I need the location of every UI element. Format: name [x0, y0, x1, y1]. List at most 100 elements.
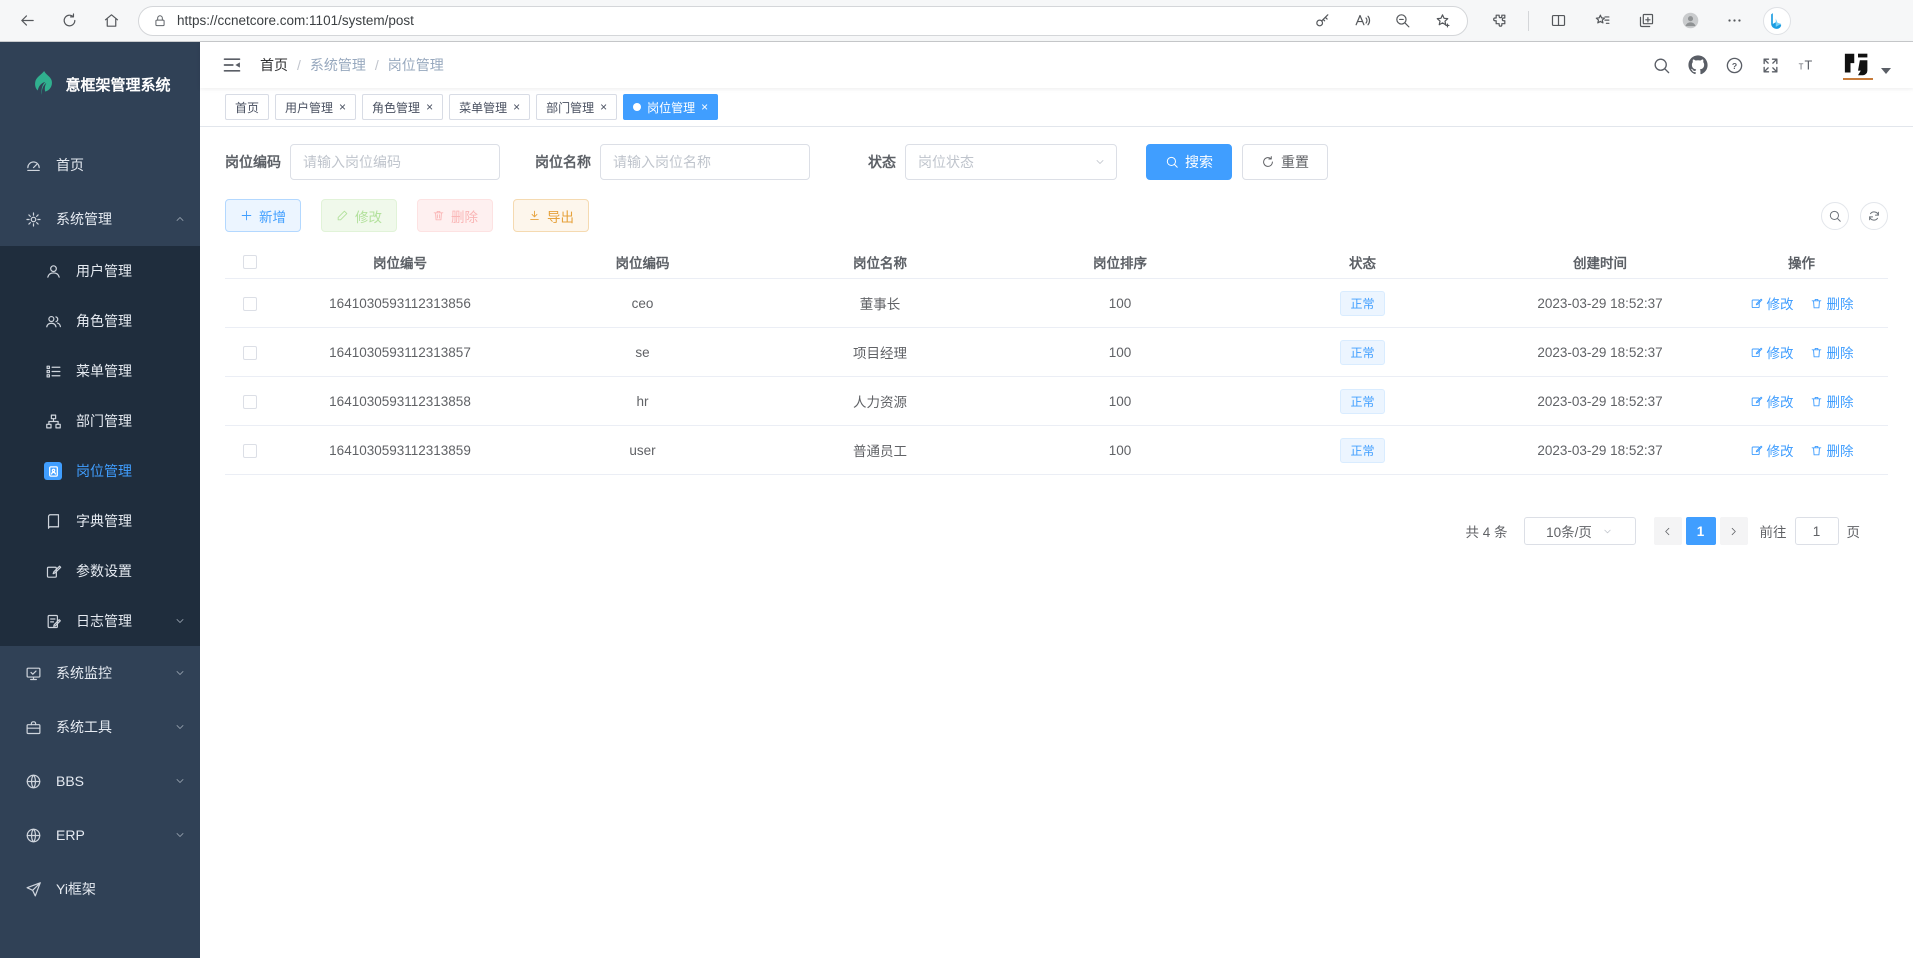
tab-menu-mgmt[interactable]: 菜单管理 ×: [449, 94, 530, 120]
github-link[interactable]: [1688, 55, 1708, 75]
bing-chat-button[interactable]: [1763, 7, 1791, 35]
cell-post-name: 董事长: [760, 293, 1000, 313]
tab-dept-mgmt[interactable]: 部门管理 ×: [536, 94, 617, 120]
password-key-button[interactable]: [1307, 6, 1337, 36]
post-code-input[interactable]: [290, 144, 500, 180]
status-select[interactable]: 岗位状态: [905, 144, 1117, 180]
more-menu-button[interactable]: [1719, 6, 1749, 36]
edit-button-label: 修改: [355, 206, 382, 226]
tab-user-mgmt[interactable]: 用户管理 ×: [275, 94, 356, 120]
select-all-checkbox[interactable]: [243, 255, 257, 269]
cell-post-id: 1641030593112313859: [275, 443, 525, 458]
sidebar-item-bbs[interactable]: BBS: [0, 754, 200, 808]
sidebar-item-post-mgmt[interactable]: 岗位管理: [0, 446, 200, 496]
favorites-button[interactable]: [1587, 6, 1617, 36]
add-button[interactable]: 新增: [225, 199, 301, 232]
fullscreen-button[interactable]: [1761, 56, 1780, 75]
search-button[interactable]: 搜索: [1146, 144, 1232, 180]
table-row[interactable]: 1641030593112313857 se 项目经理 100 正常 2023-…: [225, 328, 1888, 377]
sidebar-item-user-mgmt[interactable]: 用户管理: [0, 246, 200, 296]
cell-post-sort: 100: [1000, 394, 1240, 409]
sidebar: 意框架管理系统 首页 系统管理 用户管理 角色管理 菜单: [0, 42, 200, 958]
goto-page-input[interactable]: [1795, 517, 1839, 545]
app-logo[interactable]: 意框架管理系统: [0, 42, 200, 126]
row-delete-link[interactable]: 删除: [1810, 391, 1854, 411]
breadcrumb-home[interactable]: 首页: [260, 55, 288, 75]
row-delete-link[interactable]: 删除: [1810, 440, 1854, 460]
text-size-button[interactable]: TT: [1797, 56, 1816, 75]
reset-button[interactable]: 重置: [1242, 144, 1328, 180]
show-search-toggle-button[interactable]: [1821, 202, 1849, 230]
extensions-button[interactable]: [1484, 6, 1514, 36]
row-edit-link[interactable]: 修改: [1750, 293, 1794, 313]
tab-label: 角色管理: [372, 99, 420, 116]
sidebar-item-system-mgmt[interactable]: 系统管理: [0, 192, 200, 246]
row-checkbox[interactable]: [243, 444, 257, 458]
page-size-select[interactable]: 10条/页: [1524, 517, 1636, 545]
add-favorite-button[interactable]: [1427, 6, 1457, 36]
help-button[interactable]: ?: [1725, 56, 1744, 75]
column-header: 创建时间: [1485, 252, 1715, 272]
table-row[interactable]: 1641030593112313858 hr 人力资源 100 正常 2023-…: [225, 377, 1888, 426]
read-aloud-button[interactable]: [1347, 6, 1377, 36]
split-screen-button[interactable]: [1543, 6, 1573, 36]
tab-close-icon[interactable]: ×: [600, 101, 607, 113]
sidebar-item-role-mgmt[interactable]: 角色管理: [0, 296, 200, 346]
edit-pen-icon: [1750, 346, 1763, 359]
next-page-button[interactable]: [1720, 517, 1748, 545]
row-edit-link[interactable]: 修改: [1750, 440, 1794, 460]
browser-back-button[interactable]: [12, 6, 42, 36]
row-delete-link[interactable]: 删除: [1810, 342, 1854, 362]
sidebar-item-home[interactable]: 首页: [0, 138, 200, 192]
sidebar-item-system-monitor[interactable]: 系统监控: [0, 646, 200, 700]
zoom-button[interactable]: [1387, 6, 1417, 36]
browser-home-button[interactable]: [96, 6, 126, 36]
profile-button[interactable]: [1675, 6, 1705, 36]
sidebar-item-system-tools[interactable]: 系统工具: [0, 700, 200, 754]
header-search-button[interactable]: [1652, 56, 1671, 75]
sidebar-item-dept-mgmt[interactable]: 部门管理: [0, 396, 200, 446]
tab-post-mgmt[interactable]: 岗位管理 ×: [623, 94, 718, 120]
table-row[interactable]: 1641030593112313859 user 普通员工 100 正常 202…: [225, 426, 1888, 475]
prev-page-button[interactable]: [1654, 517, 1682, 545]
delete-button[interactable]: 删除: [417, 199, 493, 232]
export-button[interactable]: 导出: [513, 199, 589, 232]
sidebar-fold-button[interactable]: [222, 55, 242, 75]
row-edit-link[interactable]: 修改: [1750, 342, 1794, 362]
sidebar-item-log-mgmt[interactable]: 日志管理: [0, 596, 200, 646]
sidebar-item-param-settings[interactable]: 参数设置: [0, 546, 200, 596]
tab-close-icon[interactable]: ×: [426, 101, 433, 113]
yi-logo-avatar: [1843, 51, 1873, 80]
tab-close-icon[interactable]: ×: [513, 101, 520, 113]
sidebar-item-dict-mgmt[interactable]: 字典管理: [0, 496, 200, 546]
tab-label: 岗位管理: [647, 99, 695, 116]
browser-refresh-button[interactable]: [54, 6, 84, 36]
table-row[interactable]: 1641030593112313856 ceo 董事长 100 正常 2023-…: [225, 279, 1888, 328]
row-checkbox[interactable]: [243, 297, 257, 311]
tab-role-mgmt[interactable]: 角色管理 ×: [362, 94, 443, 120]
breadcrumb-system[interactable]: 系统管理: [310, 55, 366, 75]
delete-link-label: 删除: [1827, 293, 1854, 313]
edit-button[interactable]: 修改: [321, 199, 397, 232]
row-edit-link[interactable]: 修改: [1750, 391, 1794, 411]
tab-home[interactable]: 首页: [225, 94, 269, 120]
collections-button[interactable]: [1631, 6, 1661, 36]
status-badge: 正常: [1340, 340, 1384, 365]
address-bar[interactable]: https://ccnetcore.com:1101/system/post: [138, 6, 1468, 36]
tab-close-icon[interactable]: ×: [339, 101, 346, 113]
row-delete-link[interactable]: 删除: [1810, 293, 1854, 313]
tab-close-icon[interactable]: ×: [701, 101, 708, 113]
row-checkbox[interactable]: [243, 346, 257, 360]
page-number-button[interactable]: 1: [1686, 517, 1716, 545]
sidebar-item-yi-framework[interactable]: Yi框架: [0, 862, 200, 916]
sidebar-item-menu-mgmt[interactable]: 菜单管理: [0, 346, 200, 396]
refresh-table-button[interactable]: [1860, 202, 1888, 230]
sidebar-item-erp[interactable]: ERP: [0, 808, 200, 862]
svg-text:T: T: [1805, 58, 1813, 72]
user-avatar-menu[interactable]: [1843, 51, 1891, 80]
sidebar-item-label: 系统监控: [56, 663, 112, 683]
edit-link-label: 修改: [1767, 342, 1794, 362]
post-name-input[interactable]: [600, 144, 810, 180]
chevron-right-icon: [1728, 526, 1739, 537]
row-checkbox[interactable]: [243, 395, 257, 409]
